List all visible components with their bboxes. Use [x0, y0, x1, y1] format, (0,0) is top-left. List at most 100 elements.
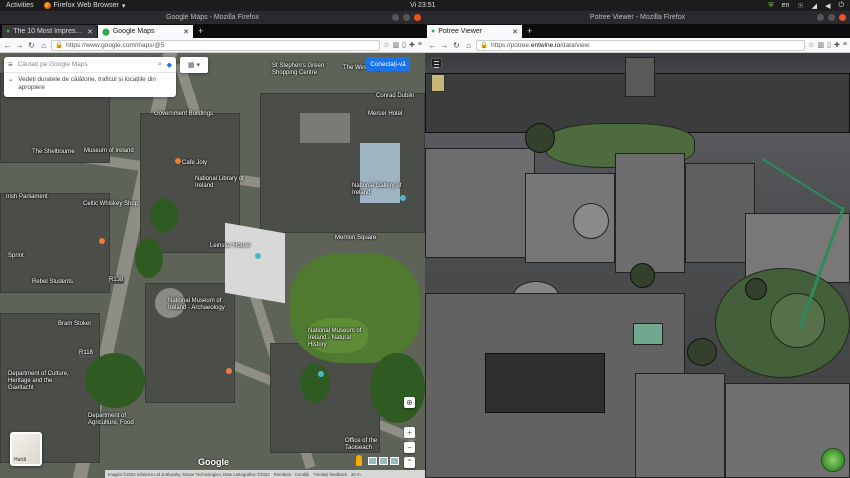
map-label[interactable]: Sprint — [8, 253, 24, 260]
tilt-button[interactable]: ⌃ — [404, 457, 415, 468]
poi-marker[interactable] — [175, 158, 181, 164]
point-cloud-viewport[interactable] — [425, 53, 850, 478]
minimize-button[interactable] — [817, 14, 824, 21]
search-icon[interactable]: ⌕ — [158, 61, 162, 69]
poi-marker[interactable] — [99, 238, 105, 244]
layers-button[interactable]: ▦ ▾ — [180, 57, 208, 73]
extension-icon[interactable]: ✚ — [834, 41, 840, 49]
poi-marker[interactable] — [400, 195, 406, 201]
tab-potree-viewer[interactable]: ● Potree Viewer ✕ — [427, 25, 522, 38]
url-bar[interactable]: 🔒 https://www.google.com/maps/@5 — [51, 39, 381, 51]
extension-icon[interactable]: ✚ — [409, 41, 415, 49]
bookmark-star-icon[interactable]: ☆ — [383, 41, 389, 49]
forward-button[interactable]: → — [440, 41, 449, 50]
map-label[interactable]: Merrion Square — [335, 235, 376, 242]
maximize-button[interactable] — [828, 14, 835, 21]
map-label[interactable]: Museum of Ireland — [84, 148, 134, 155]
layer-thumb[interactable] — [368, 457, 377, 465]
maximize-button[interactable] — [403, 14, 410, 21]
new-tab-button[interactable]: + — [523, 25, 536, 38]
menu-icon[interactable]: ≡ — [843, 41, 847, 49]
minimize-button[interactable] — [392, 14, 399, 21]
system-tray[interactable]: ⛨ en ☉ ◢ ◀ ⏻ — [768, 2, 844, 10]
maps-search-panel: ≡ Căutați pe Google Maps ⌕ ◆ ⌄ Vedeți du… — [4, 57, 176, 97]
home-button[interactable]: ⌂ — [39, 41, 48, 50]
close-window-button[interactable] — [839, 14, 846, 21]
sidebar-menu-button[interactable] — [431, 58, 442, 68]
accessibility-icon[interactable]: ☉ — [797, 2, 803, 10]
map-label[interactable]: Conrad Dublin — [376, 93, 414, 100]
menu-icon[interactable]: ≡ — [418, 41, 422, 49]
directions-icon[interactable]: ◆ — [167, 61, 172, 69]
map-label[interactable]: National Gallery of Ireland — [352, 183, 407, 197]
app-menu[interactable]: Firefox Web Browser ▾ — [43, 2, 125, 10]
close-icon[interactable]: ✕ — [512, 28, 518, 36]
map-type-toggle[interactable]: Hartă — [10, 432, 42, 466]
map-label[interactable]: Office of the Taoiseach — [345, 438, 405, 452]
clock[interactable]: Vi 23:51 — [410, 2, 436, 9]
poi-marker[interactable] — [255, 253, 261, 259]
feedback-link[interactable]: Trimiteți feedback — [313, 472, 347, 477]
map-label[interactable]: The Shelbourne — [32, 149, 75, 156]
search-input[interactable]: Căutați pe Google Maps — [18, 61, 153, 68]
sidebar-icon[interactable]: ▯ — [827, 41, 831, 49]
reload-button[interactable]: ↻ — [452, 41, 461, 50]
zoom-out-button[interactable]: − — [404, 442, 415, 453]
volume-icon[interactable]: ◀ — [825, 2, 830, 10]
home-button[interactable]: ⌂ — [464, 41, 473, 50]
map-label[interactable]: Rebel Students — [32, 279, 73, 286]
forward-button[interactable]: → — [15, 41, 24, 50]
url-bar[interactable]: 🔒 https://potree.entwine.io/data/view — [476, 39, 806, 51]
map-label[interactable]: National Museum of Ireland - Natural His… — [308, 328, 368, 349]
layer-thumb[interactable] — [379, 457, 388, 465]
poi-marker[interactable] — [226, 368, 232, 374]
map-label[interactable]: Bram Stoker — [58, 321, 91, 328]
tab-most-impressive[interactable]: ● The 10 Most Impressive ✕ — [2, 25, 97, 38]
map-label[interactable]: Department of Agriculture, Food — [88, 413, 148, 427]
window-titlebar[interactable]: Google Maps - Mozilla Firefox — [0, 11, 425, 24]
compass-button[interactable]: ⊕ — [404, 397, 415, 408]
back-button[interactable]: ← — [428, 41, 437, 50]
network-icon[interactable]: ◢ — [812, 2, 817, 10]
potree-logo[interactable] — [431, 74, 445, 92]
map-label[interactable]: Leinster House — [210, 243, 255, 250]
library-icon[interactable]: ▥ — [818, 41, 825, 49]
map-label[interactable]: Cafe Joly — [182, 160, 207, 167]
close-icon[interactable]: ✕ — [87, 28, 93, 36]
street-view-pegman-icon[interactable] — [356, 455, 362, 466]
activities-button[interactable]: Activities — [6, 2, 34, 9]
map-label[interactable]: Mercer Hotel — [368, 111, 402, 118]
poi-marker[interactable] — [318, 371, 324, 377]
back-button[interactable]: ← — [3, 41, 12, 50]
tab-google-maps[interactable]: ⬤ Google Maps ✕ — [98, 25, 193, 38]
window-titlebar[interactable]: Potree Viewer - Mozilla Firefox — [425, 11, 850, 24]
layer-thumb[interactable] — [390, 457, 399, 465]
building-roof — [225, 222, 285, 304]
reload-button[interactable]: ↻ — [27, 41, 36, 50]
map-label[interactable]: Celtic Whiskey Shop — [83, 201, 138, 208]
menu-icon[interactable]: ≡ — [8, 60, 13, 69]
map-label[interactable]: Irish Parliament — [6, 194, 48, 201]
scale-label[interactable]: 20 m — [351, 472, 361, 477]
map-label[interactable]: Department of Culture, Heritage and the … — [8, 371, 78, 392]
travel-suggestion[interactable]: ⌄ Vedeți duratele de călătorie, traficul… — [4, 73, 176, 94]
navigation-cube-icon[interactable] — [821, 448, 845, 472]
terms-link[interactable]: Condiții — [295, 472, 309, 477]
region-link[interactable]: România — [274, 472, 291, 477]
language-indicator[interactable]: en — [782, 2, 790, 9]
map-label[interactable]: Government Buildings — [154, 111, 214, 118]
map-label[interactable]: National Library of Ireland — [195, 176, 250, 190]
power-icon[interactable]: ⏻ — [838, 2, 844, 10]
satellite-map[interactable]: St Stephen's Green Shopping Centre The W… — [0, 53, 425, 478]
map-label[interactable]: National Museum of Ireland - Archaeology — [168, 298, 228, 312]
library-icon[interactable]: ▥ — [393, 41, 400, 49]
new-tab-button[interactable]: + — [194, 25, 207, 38]
close-window-button[interactable] — [414, 14, 421, 21]
map-label[interactable]: St Stephen's Green Shopping Centre — [272, 63, 342, 77]
shield-icon[interactable]: ⛨ — [768, 2, 773, 10]
sidebar-icon[interactable]: ▯ — [402, 41, 406, 49]
bookmark-star-icon[interactable]: ☆ — [808, 41, 814, 49]
sign-in-button[interactable]: Conectați-vă — [366, 57, 410, 71]
zoom-in-button[interactable]: + — [404, 427, 415, 438]
close-icon[interactable]: ✕ — [183, 28, 189, 36]
